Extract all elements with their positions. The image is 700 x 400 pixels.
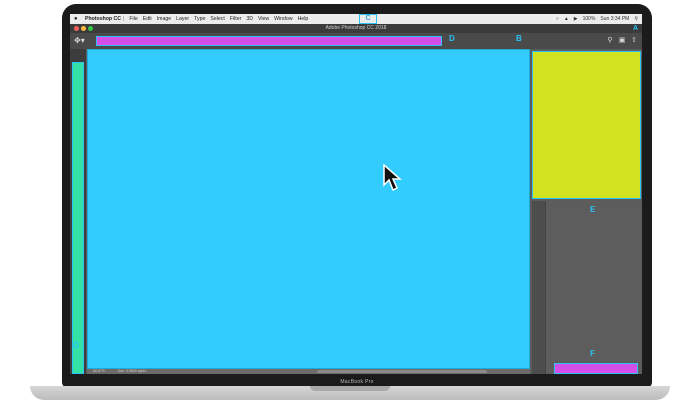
share-icon[interactable]: ⇧ — [630, 36, 638, 45]
options-right-icons: ⚲ ▣ ⇧ — [602, 36, 638, 45]
status-tray: ○ ▲ ▶ 100% Sun 3:34 PM ⚲ — [551, 14, 638, 24]
battery-level[interactable]: 100% — [583, 16, 596, 22]
menu-filter[interactable]: Filter — [230, 16, 242, 22]
menu-view[interactable]: View — [258, 16, 269, 22]
tools-panel: G — [70, 49, 86, 374]
mac-menu-bar: ● Photoshop CC | File Edit Image Layer T… — [70, 14, 642, 24]
tools-panel-highlight[interactable] — [72, 62, 84, 374]
menu-app-name[interactable]: Photoshop CC — [85, 16, 121, 22]
window-title: Adobe Photoshop CC 2018 — [325, 25, 387, 31]
callout-e: E — [590, 205, 596, 214]
mouse-pointer-icon — [383, 164, 402, 192]
window-title-bar: Adobe Photoshop CC 2018 A — [70, 24, 642, 33]
clock[interactable]: Sun 3:34 PM — [600, 16, 629, 22]
callout-b: B — [516, 34, 522, 43]
zoom-window-icon[interactable] — [88, 26, 93, 31]
callout-c: C — [359, 14, 377, 24]
doc-info: Doc: 3.0M/0 bytes — [117, 369, 147, 373]
creative-cloud-icon[interactable]: ○ — [556, 16, 559, 22]
options-bar: ✥▾ D B ⚲ ▣ ⇧ — [70, 33, 642, 49]
volume-icon[interactable]: ▶ — [574, 16, 578, 22]
menu-layer[interactable]: Layer — [176, 16, 189, 22]
screen: ● Photoshop CC | File Edit Image Layer T… — [70, 14, 642, 374]
menu-3d[interactable]: 3D — [246, 16, 253, 22]
laptop-notch — [310, 386, 390, 391]
panel-icon-strip[interactable] — [532, 201, 546, 374]
menu-help[interactable]: Help — [298, 16, 309, 22]
horizontal-scrollbar[interactable] — [317, 370, 487, 373]
document-canvas[interactable] — [87, 49, 530, 369]
menu-type[interactable]: Type — [194, 16, 205, 22]
menu-image[interactable]: Image — [157, 16, 171, 22]
device-model-label: MacBook Pro — [340, 379, 374, 385]
options-bar-highlight[interactable] — [96, 36, 442, 46]
panel-group-bottom: E F — [532, 201, 641, 374]
menu-edit[interactable]: Edit — [143, 16, 152, 22]
callout-d: D — [449, 34, 455, 43]
panel-group-top-highlight[interactable] — [532, 51, 641, 199]
callout-f: F — [590, 349, 595, 358]
workspace-icon[interactable]: ▣ — [618, 36, 626, 45]
move-tool-icon[interactable]: ✥▾ — [74, 36, 86, 46]
panel-f-highlight[interactable] — [554, 363, 638, 374]
document-status-bar: 66.67% Doc: 3.0M/0 bytes — [87, 369, 530, 374]
menu-separator: | — [123, 16, 125, 22]
wifi-icon[interactable]: ▲ — [564, 16, 569, 22]
menu-window[interactable]: Window — [274, 16, 292, 22]
callout-g: G — [73, 341, 80, 350]
search-icon[interactable]: ⚲ — [606, 36, 614, 45]
menu-select[interactable]: Select — [210, 16, 224, 22]
minimize-window-icon[interactable] — [81, 26, 86, 31]
callout-a: A — [632, 25, 638, 32]
zoom-level[interactable]: 66.67% — [93, 369, 105, 373]
menu-file[interactable]: File — [129, 16, 137, 22]
apple-logo-icon[interactable]: ● — [74, 16, 80, 23]
spotlight-icon[interactable]: ⚲ — [634, 16, 638, 22]
close-window-icon[interactable] — [74, 26, 79, 31]
